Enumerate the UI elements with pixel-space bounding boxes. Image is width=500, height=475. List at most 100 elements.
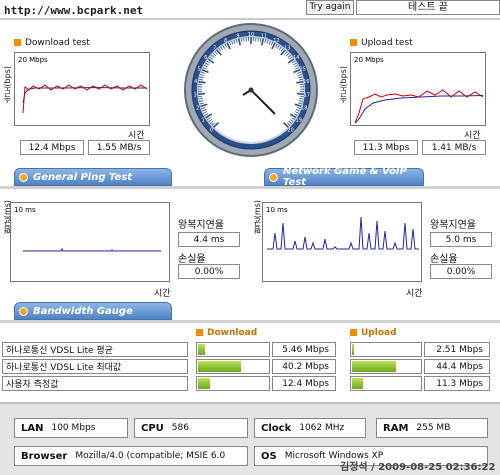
bandwidth-download-text: Download (207, 328, 258, 338)
speedometer-tick (198, 95, 203, 98)
download-title-text: Download test (25, 38, 90, 48)
game-loss: 0.00% (430, 264, 492, 279)
game-rtt-label: 왕복지연율 (430, 220, 476, 231)
mid-divider (0, 186, 500, 189)
bandwidth-upload-text: Upload (361, 328, 397, 338)
speedometer-tick-label: 18 (301, 105, 307, 111)
ping-rtt-label: 왕복지연율 (178, 220, 224, 231)
bandwidth-upload-value: 2.51 Mbps (424, 342, 490, 357)
gauge-fill (198, 361, 241, 372)
upload-title-text: Upload test (361, 38, 413, 48)
upload-mbs: 1.41 MB/s (422, 140, 486, 155)
orange-square-icon (14, 39, 21, 46)
speedometer-tick (198, 92, 206, 95)
cpu-value: 586 (171, 423, 189, 433)
game-axis-x: 시간 (406, 289, 423, 299)
download-chart: 20 Mbps (14, 52, 150, 126)
gauge-fill (198, 344, 205, 355)
bandwidth-download-label: Download (196, 328, 257, 338)
speedometer-tick-label: 6 (204, 55, 207, 61)
lan-value: 100 Mbps (51, 423, 96, 433)
speedometer-tick-label: 17 (304, 92, 310, 98)
ping-loss: 0.00% (178, 264, 240, 279)
gauge-fill (198, 378, 211, 389)
ping-axis-x: 시간 (154, 289, 171, 299)
speedometer-tick-label: 9 (236, 34, 239, 40)
speedometer-tick (243, 37, 245, 42)
bandwidth-row-label: 하나로통신 VDSL Lite 최대값 (2, 359, 188, 374)
ram-value: 255 MB (416, 423, 451, 433)
ping-rtt: 4.4 ms (178, 232, 240, 247)
browser-info: Browser Mozilla/4.0 (compatible; MSIE 6.0 (14, 446, 248, 466)
bandwidth-upload-value: 44.4 Mbps (424, 359, 490, 374)
orange-square-icon (350, 39, 357, 46)
speedometer-tick-label: 11 (261, 34, 267, 40)
speedometer-tick-label: 4 (194, 79, 197, 85)
try-again-button[interactable]: Try again (306, 0, 354, 15)
game-section-header: Network Game & VoIP Test (264, 166, 424, 188)
lan-info: LAN 100 Mbps (14, 418, 128, 438)
gauge-fill (352, 361, 396, 372)
ram-info: RAM 255 MB (376, 418, 488, 438)
bullet-icon (19, 173, 28, 182)
gauge-fill (352, 344, 355, 355)
game-chart: 10 ms (262, 202, 422, 282)
speedometer-tick-label: 19 (296, 117, 302, 123)
speedometer-tick-label: 0 (210, 128, 213, 134)
speedometer-tick (257, 37, 259, 42)
footer-stamp: 김정석 / 2009-08-25 02:36:22 (340, 462, 496, 473)
bandwidth-row-label: 사용자 측정값 (2, 376, 188, 391)
clock-value: 1062 MHz (299, 423, 345, 433)
ping-scale: 10 ms (14, 206, 36, 214)
ping-chart: 10 ms (10, 202, 170, 282)
bandwidth-row-label: 하나로통신 VDSL Lite 평균 (2, 342, 188, 357)
upload-scale: 20 Mbps (354, 56, 384, 64)
ping-series (23, 247, 161, 252)
bandwidth-upload-gauge (350, 342, 422, 357)
speedometer-tick-label: 7 (213, 45, 216, 51)
speedometer-tick-label: 13 (284, 45, 290, 51)
bullet-icon (19, 307, 28, 316)
upload-series-red (354, 89, 484, 124)
speedometer-tick-label: 1 (202, 117, 205, 123)
speedometer-tick-label: 14 (293, 55, 299, 61)
gauge-fill (352, 378, 363, 389)
speedometer-tick-label: 8 (224, 38, 227, 44)
download-scale: 20 Mbps (18, 56, 48, 64)
speedometer-tick-label: 16 (303, 79, 309, 85)
upload-title: Upload test (350, 38, 413, 48)
status-field: 테스트 끝 (356, 0, 500, 15)
cpu-info: CPU 586 (134, 418, 248, 438)
speedometer-tick-label: 3 (194, 92, 197, 98)
os-label: OS (261, 450, 277, 462)
speedometer: 0 1 2 3 4 5 6 7 8 9 10 11 12 13 14 15 16 17 18 19 20 (183, 22, 319, 158)
bullet-icon (269, 173, 278, 182)
clock-info: Clock 1062 MHz (254, 418, 366, 438)
bandwidth-section-header: Bandwidth Gauge (14, 302, 172, 320)
download-mbps: 12.4 Mbps (20, 140, 84, 155)
download-axis-y: 속도(bps) (3, 66, 12, 103)
top-divider (0, 18, 500, 20)
bandwidth-download-value: 5.46 Mbps (272, 342, 336, 357)
download-mbs: 1.55 MB/s (88, 140, 150, 155)
speedometer-tick-label: 20 (287, 128, 293, 134)
bandwidth-upload-gauge (350, 359, 422, 374)
game-loss-label: 손실율 (430, 254, 458, 265)
clock-label: Clock (261, 422, 292, 434)
bandwidth-download-value: 40.2 Mbps (272, 359, 336, 374)
browser-value: Mozilla/4.0 (compatible; MSIE 6.0 (75, 451, 226, 461)
speedometer-tick (198, 80, 206, 84)
game-series (267, 216, 419, 250)
bandwidth-download-gauge (196, 342, 270, 357)
speedometer-tick-label: 15 (300, 67, 306, 73)
lan-label: LAN (21, 422, 44, 434)
upload-chart: 20 Mbps (350, 52, 486, 126)
speedometer-tick-label: 10 (248, 32, 254, 38)
upload-axis-y: 속도(bps) (339, 66, 348, 103)
ping-section-header: General Ping Test (14, 168, 172, 186)
browser-label: Browser (21, 450, 68, 462)
upload-series-blue (354, 95, 484, 124)
bandwidth-upload-gauge (350, 376, 422, 391)
orange-square-icon (196, 329, 203, 336)
ping-loss-label: 손실율 (178, 254, 206, 265)
